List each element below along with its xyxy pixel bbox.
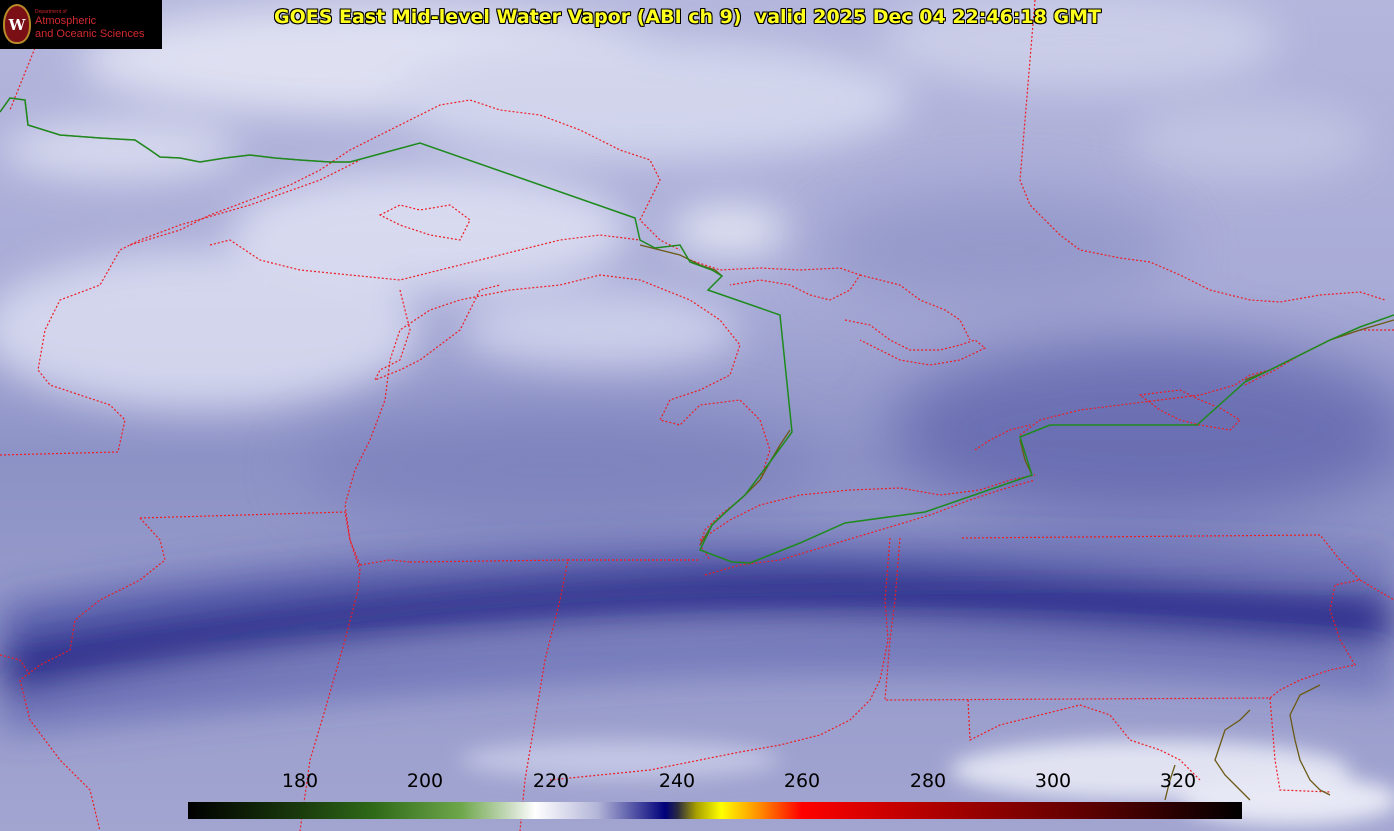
satellite-image-view: W Department of Atmospheric and Oceanic … (0, 0, 1394, 831)
colorbar-tick-label: 240 (658, 770, 696, 792)
colorbar-tick-label: 320 (1159, 770, 1197, 792)
image-title: GOES East Mid-level Water Vapor (ABI ch … (274, 6, 1101, 28)
colorbar-tick-label: 300 (1034, 770, 1072, 792)
water-vapor-map (0, 0, 1394, 831)
university-seal-icon: W (3, 4, 31, 44)
colorbar-tick-label: 260 (783, 770, 821, 792)
colorbar-tick-label: 200 (406, 770, 444, 792)
temperature-colorbar (188, 802, 1242, 819)
colorbar-tick-label: 280 (909, 770, 947, 792)
seal-letter: W (8, 16, 26, 34)
logo-line-1: Atmospheric (35, 15, 97, 27)
aos-logo: W Department of Atmospheric and Oceanic … (0, 0, 162, 49)
colorbar-tick-label: 180 (281, 770, 319, 792)
colorbar-tick-label: 220 (532, 770, 570, 792)
logo-line-2: and Oceanic Sciences (35, 28, 145, 40)
